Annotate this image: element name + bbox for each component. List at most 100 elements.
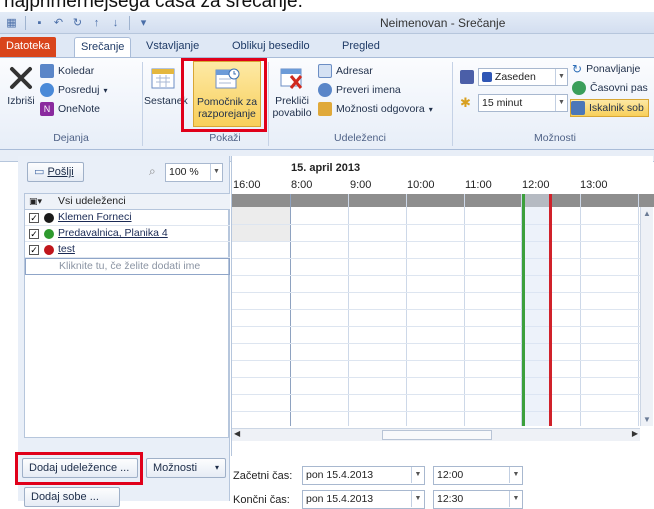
document-caption: najprimernejšega časa za srečanje.	[0, 0, 654, 12]
address-book-button[interactable]: Adresar	[318, 62, 373, 80]
response-options-dropdown-icon: ▾	[428, 104, 433, 114]
grid-row-line	[232, 258, 642, 259]
calendar-button[interactable]: Koledar	[40, 62, 94, 80]
save-icon[interactable]: ▪	[32, 15, 47, 30]
grid-row-line	[232, 343, 642, 344]
group-label-attendees: Udeleženci	[334, 132, 386, 144]
scroll-down-icon[interactable]: ▼	[643, 415, 651, 424]
grid-row-line	[232, 241, 642, 242]
attendee-checkbox[interactable]: ✓	[29, 245, 39, 255]
delete-x-icon	[7, 64, 35, 92]
grid-row-line	[232, 309, 642, 310]
up-arrow-icon[interactable]: ↑	[89, 15, 104, 30]
redo-icon[interactable]: ↻	[70, 15, 85, 30]
reminder-dropdown[interactable]: 15 minut ▼	[478, 94, 568, 112]
end-time-value: 12:30	[437, 493, 464, 505]
attendee-list: ▣▾ Vsi udeleženci ✓ Klemen Forneci ✓ Pre…	[24, 193, 230, 438]
response-options-icon	[318, 102, 332, 116]
start-date-arrow-icon: ▼	[411, 467, 424, 483]
tab-review[interactable]: Pregled	[336, 37, 386, 57]
response-options-button[interactable]: Možnosti odgovora ▾	[318, 100, 433, 118]
end-date-value: pon 15.4.2013	[306, 493, 374, 505]
grid-row-line	[232, 377, 642, 378]
attendee-status-icon	[44, 213, 54, 223]
undo-icon[interactable]: ↶	[51, 15, 66, 30]
group-separator	[452, 62, 453, 146]
grid-divider	[348, 194, 349, 426]
show-as-control	[460, 68, 474, 86]
attendee-name[interactable]: test	[58, 242, 75, 257]
forward-dropdown-icon: ▾	[103, 85, 108, 95]
reminder-control: ✱	[460, 94, 471, 112]
group-label-options: Možnosti	[533, 132, 576, 144]
room-finder-button[interactable]: Iskalnik sob	[570, 99, 649, 117]
zoom-arrow-icon: ▼	[210, 164, 222, 180]
cancel-invitation-button[interactable]: Prekliči povabilo	[270, 64, 314, 119]
attendee-checkbox[interactable]: ✓	[29, 229, 39, 239]
reminder-bell-icon: ✱	[460, 95, 471, 110]
end-time-picker[interactable]: 12:30 ▼	[433, 490, 523, 509]
time-zones-button[interactable]: Časovni pas	[572, 79, 648, 97]
delete-button[interactable]: Izbriši	[4, 64, 38, 107]
group-label-show: Pokaži	[209, 132, 241, 144]
group-separator	[268, 62, 269, 146]
scroll-up-icon[interactable]: ▲	[643, 209, 651, 218]
grid-divider	[580, 194, 581, 426]
onenote-button[interactable]: N OneNote	[40, 100, 100, 118]
zoom-dropdown[interactable]: 100 % ▼	[165, 163, 223, 182]
recurrence-label: Ponavljanje	[586, 63, 641, 75]
horizontal-scroll-thumb[interactable]	[382, 430, 492, 440]
tab-meeting[interactable]: Srečanje	[74, 37, 132, 57]
list-item[interactable]: ✓ test	[25, 242, 230, 258]
grid-divider	[406, 194, 407, 426]
start-date-picker[interactable]: pon 15.4.2013 ▼	[302, 466, 425, 485]
grid-row-line	[232, 292, 642, 293]
list-item[interactable]: ✓ Predavalnica, Planika 4	[25, 226, 230, 242]
add-rooms-button[interactable]: Dodaj sobe ...	[24, 487, 120, 507]
room-finder-icon	[571, 101, 585, 115]
outlook-app-icon[interactable]: ▦	[4, 15, 19, 30]
down-arrow-icon[interactable]: ↓	[108, 15, 123, 30]
caption-text: najprimernejšega časa za srečanje.	[4, 0, 303, 12]
grid-row-line	[232, 224, 642, 225]
address-book-label: Adresar	[336, 65, 373, 77]
horizontal-scrollbar[interactable]: ◀ ▶	[232, 428, 640, 441]
grid-row-line	[232, 411, 642, 412]
delete-label: Izbriši	[7, 95, 35, 107]
quick-access-toolbar: ▦ ▪ ↶ ↻ ↑ ↓ ▾	[4, 15, 151, 30]
recurrence-button[interactable]: ↻ Ponavljanje	[572, 60, 640, 78]
time-label: 12:00	[522, 179, 550, 191]
attendee-name[interactable]: Klemen Forneci	[58, 210, 132, 225]
vertical-scrollbar[interactable]: ▲ ▼	[640, 207, 653, 426]
scroll-right-icon[interactable]: ▶	[632, 429, 638, 438]
start-time-picker[interactable]: 12:00 ▼	[433, 466, 523, 485]
tab-insert[interactable]: Vstavljanje	[140, 37, 205, 57]
grid-row-line	[232, 394, 642, 395]
list-item[interactable]: ✓ Klemen Forneci	[25, 210, 230, 226]
attendee-checkbox[interactable]: ✓	[29, 213, 39, 223]
tab-file[interactable]: Datoteka	[0, 37, 57, 57]
attendee-list-header: ▣▾ Vsi udeleženci	[25, 194, 230, 210]
zoom-icon: ⌕	[149, 164, 156, 178]
meeting-view-button[interactable]: Sestanek	[144, 64, 188, 107]
grid-row-line	[232, 326, 642, 327]
attendee-name[interactable]: Predavalnica, Planika 4	[58, 226, 168, 241]
group-separator	[142, 62, 143, 146]
add-attendee-hint[interactable]: Kliknite tu, če želite dodati ime	[59, 259, 200, 274]
customize-qat-icon[interactable]: ▾	[136, 15, 151, 30]
send-button[interactable]: ▭ Pošlji	[27, 162, 84, 182]
check-names-button[interactable]: Preveri imena	[318, 81, 401, 99]
onenote-icon: N	[40, 102, 54, 116]
end-date-picker[interactable]: pon 15.4.2013 ▼	[302, 490, 425, 509]
cancel-invitation-label-1: Prekliči	[275, 95, 309, 107]
tab-format-text[interactable]: Oblikuj besedilo	[226, 37, 316, 57]
add-attendee-row[interactable]: Kliknite tu, če želite dodati ime	[25, 258, 230, 275]
forward-button[interactable]: Posreduj ▾	[40, 81, 107, 99]
options-button[interactable]: Možnosti ▾	[146, 458, 226, 478]
show-as-arrow-icon: ▼	[555, 69, 567, 85]
scroll-left-icon[interactable]: ◀	[234, 429, 240, 438]
send-icon: ▭	[34, 166, 45, 178]
meeting-time-window[interactable]	[522, 194, 552, 426]
response-options-label: Možnosti odgovora	[336, 103, 425, 115]
show-as-dropdown[interactable]: Zaseden ▼	[478, 68, 568, 86]
